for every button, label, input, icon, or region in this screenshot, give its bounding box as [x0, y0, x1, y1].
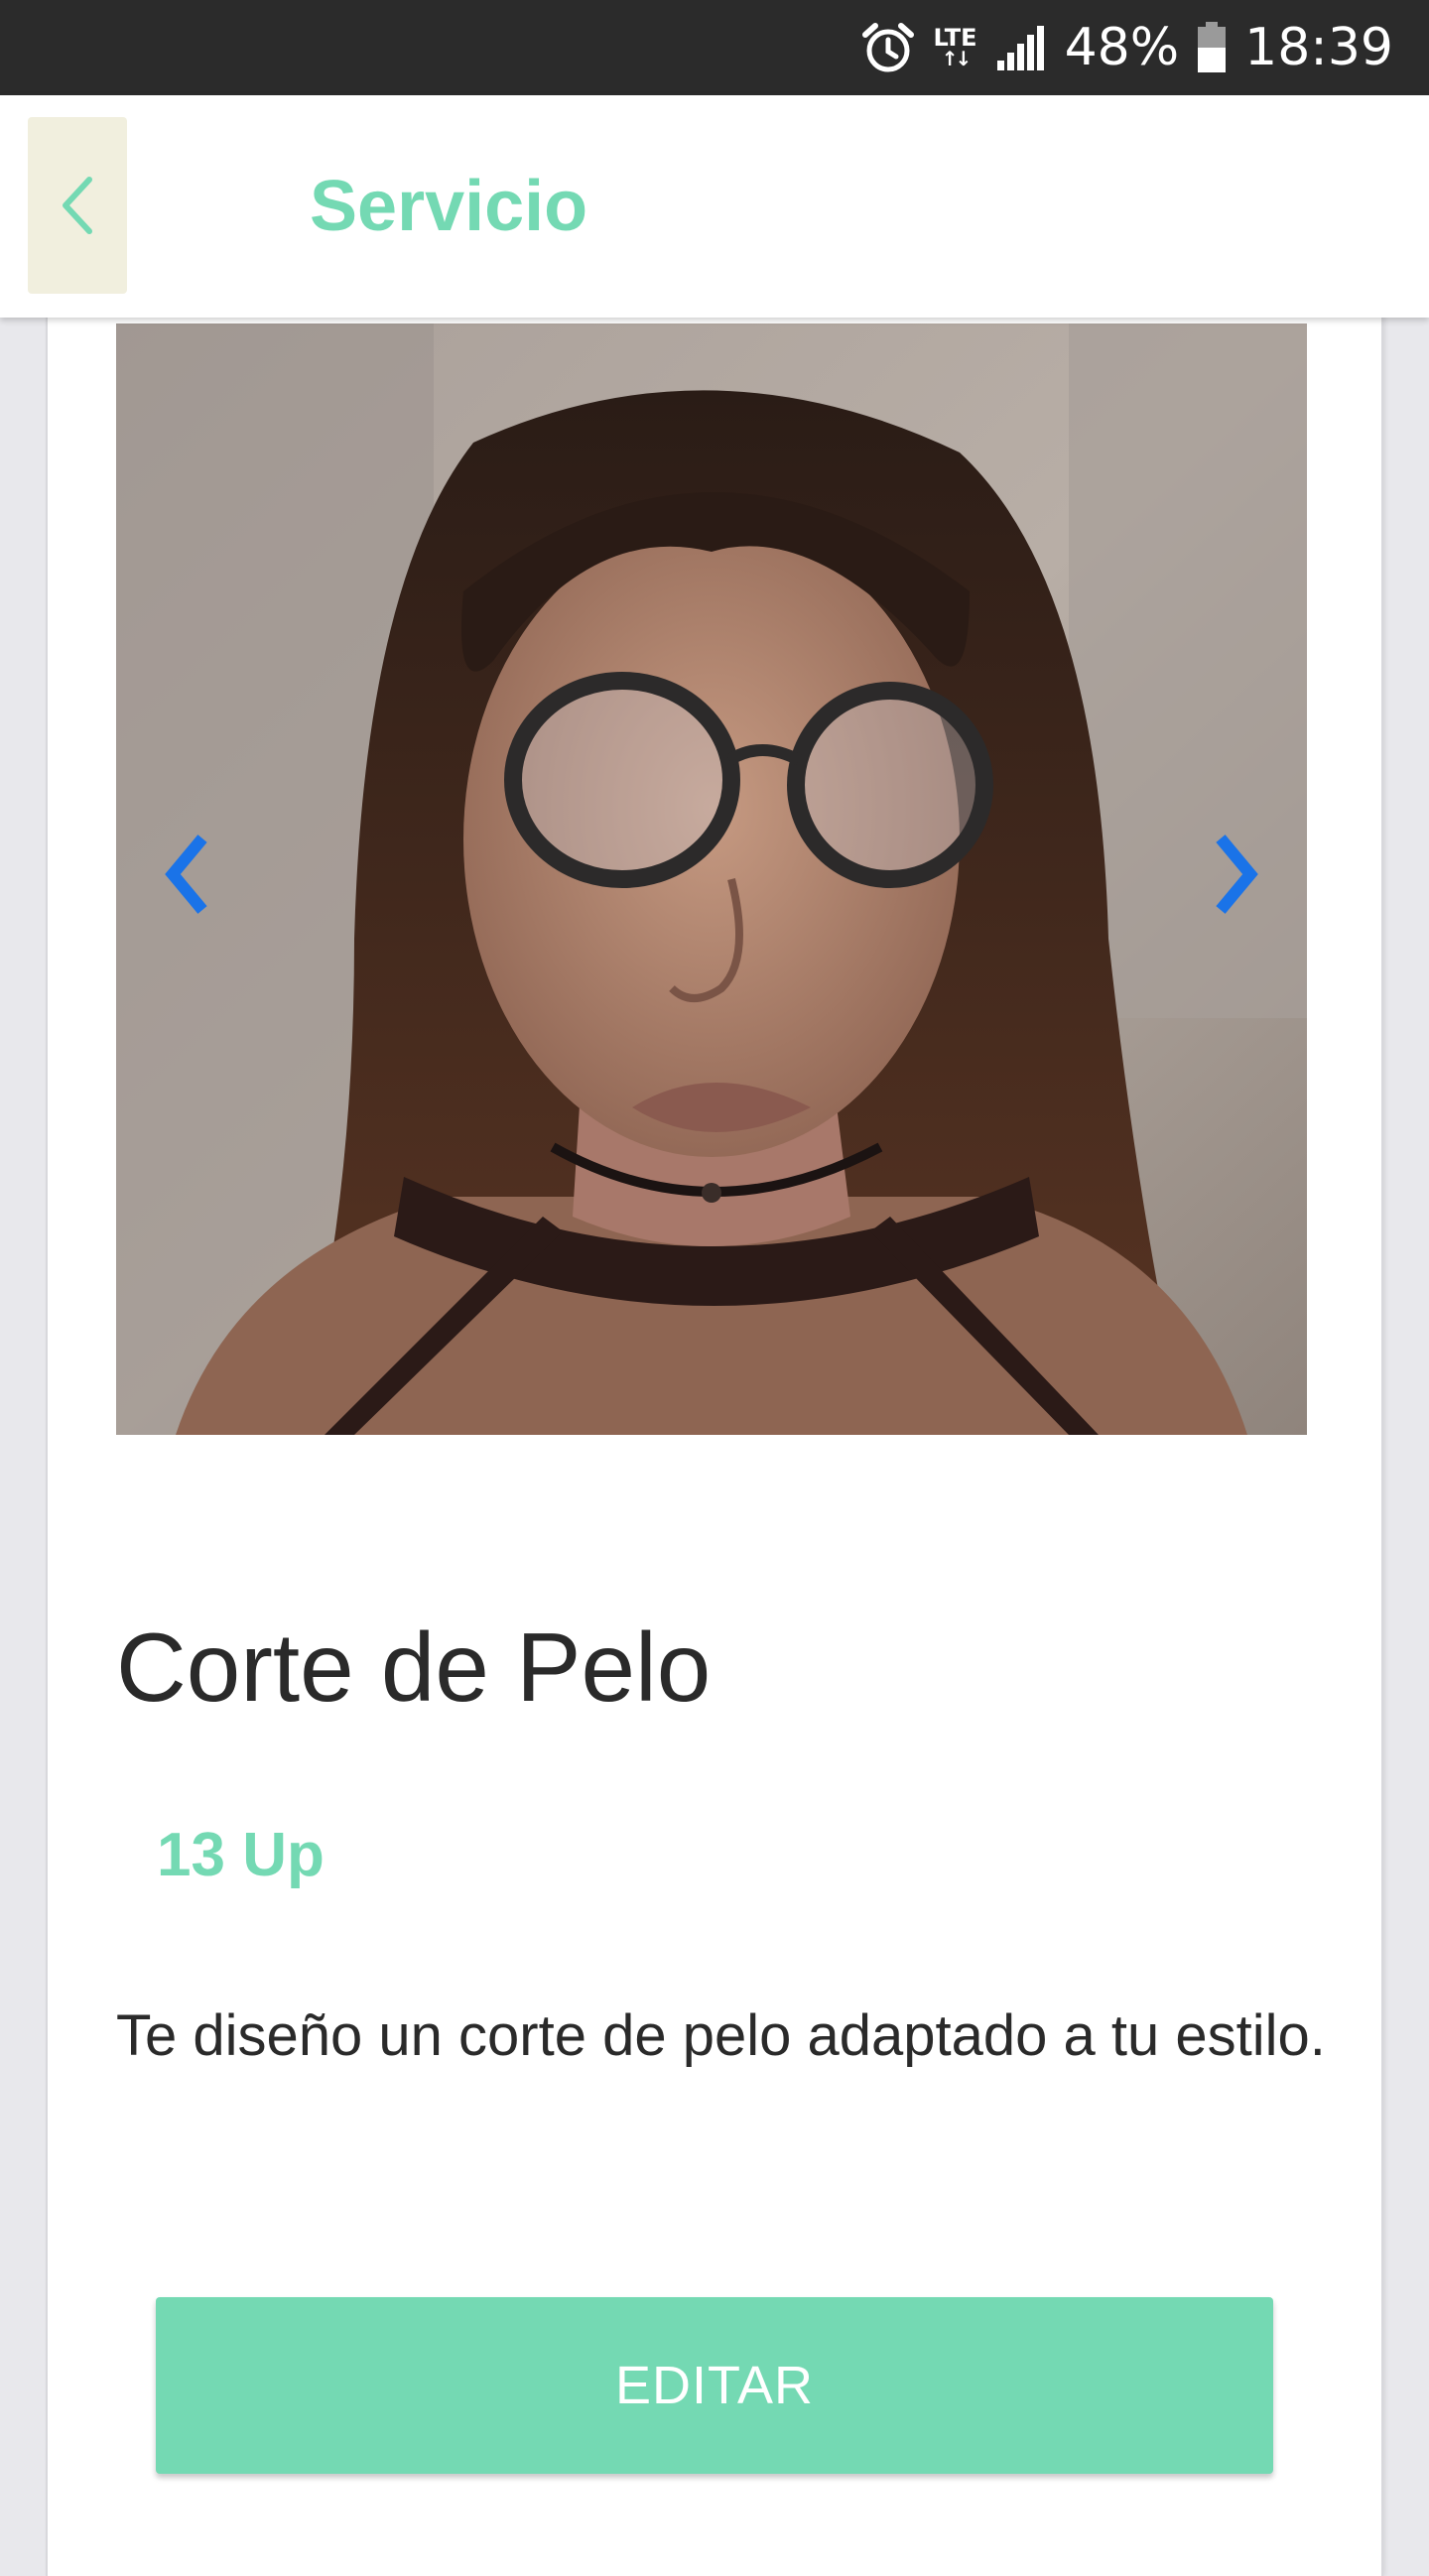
service-description: Te diseño un corte de pelo adaptado a tu…	[116, 2003, 1326, 2068]
edit-button[interactable]: EDITAR	[156, 2297, 1273, 2474]
back-button[interactable]	[28, 117, 127, 294]
status-icons: LTE ↑↓ 48% 18:39	[861, 0, 1393, 95]
service-title: Corte de Pelo	[116, 1612, 712, 1722]
network-arrows: ↑↓	[941, 47, 972, 70]
battery-icon	[1197, 22, 1227, 73]
alarm-icon	[861, 21, 915, 74]
carousel-next-button[interactable]	[1196, 820, 1275, 929]
service-photo-carousel[interactable]	[116, 323, 1307, 1435]
status-bar: LTE ↑↓ 48% 18:39	[0, 0, 1429, 95]
network-type: LTE	[933, 24, 977, 52]
service-price: 13 Up	[157, 1821, 325, 1889]
chevron-left-icon	[58, 174, 97, 237]
network-indicator: LTE ↑↓	[933, 24, 977, 70]
page-title: Servicio	[310, 167, 588, 246]
chevron-left-icon	[163, 835, 212, 914]
signal-icon	[995, 23, 1047, 72]
service-photo	[116, 323, 1307, 1435]
app-bar: Servicio	[0, 95, 1429, 318]
carousel-prev-button[interactable]	[148, 820, 227, 929]
battery-percent: 48%	[1064, 18, 1180, 77]
chevron-right-icon	[1211, 835, 1260, 914]
clock: 18:39	[1244, 18, 1393, 77]
